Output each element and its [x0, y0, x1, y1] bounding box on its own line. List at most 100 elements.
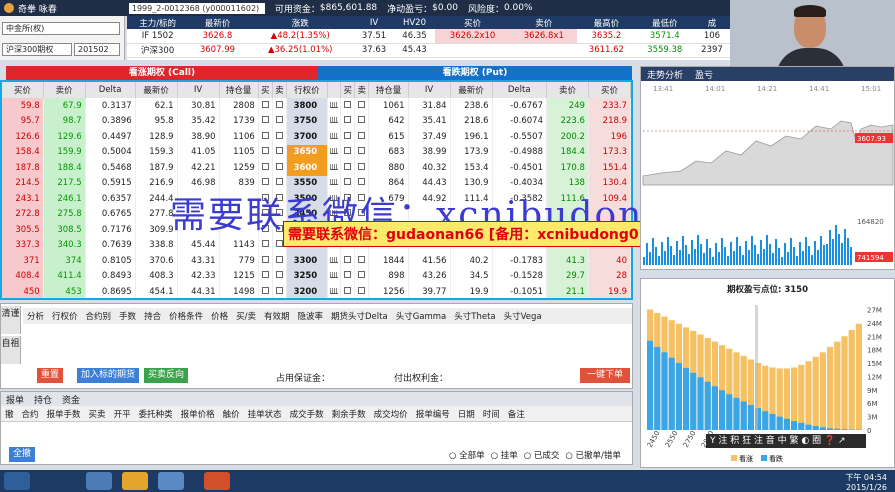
call-bid[interactable]: 243.1 — [2, 191, 44, 207]
checkbox[interactable] — [344, 116, 352, 124]
strike-price[interactable]: 3800 — [286, 98, 328, 114]
bar-chart-icon[interactable] — [330, 179, 339, 186]
quote-row[interactable]: 沪深300 3607.99 ▲36.25(1.01%) 37.63 45.43 3611.… — [127, 43, 730, 58]
checkbox[interactable] — [275, 286, 283, 294]
checkbox[interactable] — [344, 147, 352, 155]
call-checkbox-cell[interactable] — [272, 160, 287, 176]
call-checkbox-cell[interactable] — [272, 98, 287, 114]
call-ask[interactable]: 453 — [43, 284, 86, 298]
call-bid[interactable]: 408.4 — [2, 268, 44, 284]
app-icon[interactable] — [158, 472, 184, 490]
strike-price[interactable]: 3300 — [286, 253, 328, 269]
checkbox[interactable] — [358, 271, 366, 279]
call-bid[interactable]: 450 — [2, 284, 44, 298]
call-checkbox-cell[interactable] — [272, 284, 287, 298]
bar-chart-icon[interactable] — [330, 163, 339, 170]
reverse-button[interactable]: 买卖反向 — [144, 368, 189, 383]
one-click-order-button[interactable]: 一键下单 — [580, 368, 630, 383]
call-checkbox-cell[interactable] — [272, 129, 287, 145]
put-bid[interactable]: 19.9 — [588, 284, 631, 298]
tab-funds[interactable]: 资金 — [57, 393, 85, 406]
call-checkbox-cell[interactable] — [272, 113, 287, 129]
call-ask[interactable]: 159.9 — [43, 144, 86, 160]
put-bid[interactable]: 40 — [588, 253, 631, 269]
call-ask[interactable]: 67.9 — [43, 98, 86, 114]
checkbox[interactable] — [275, 147, 283, 155]
account-select[interactable]: 1999_2-0012368 (y000011602) — [128, 2, 265, 14]
put-bid[interactable]: 28 — [588, 268, 631, 284]
call-checkbox-cell[interactable] — [258, 113, 273, 129]
checkbox[interactable] — [358, 100, 366, 108]
checkbox[interactable] — [275, 100, 283, 108]
chart-icon-cell[interactable] — [327, 144, 342, 160]
chart-icon-cell[interactable] — [327, 284, 342, 298]
put-ask[interactable]: 29.7 — [546, 268, 589, 284]
put-checkbox-cell[interactable] — [340, 253, 356, 269]
checkbox[interactable] — [261, 147, 269, 155]
put-checkbox-cell[interactable] — [340, 129, 356, 145]
call-bid[interactable]: 187.8 — [2, 160, 44, 176]
star-icon[interactable] — [122, 472, 148, 490]
call-checkbox-cell[interactable] — [258, 300, 272, 301]
chain-row[interactable]: 187.8 188.4 0.5468 187.9 42.21 1259 3600 880 40.… — [2, 160, 631, 176]
call-checkbox-cell[interactable] — [258, 237, 273, 253]
bar-chart-icon[interactable] — [330, 148, 339, 155]
order-filter-radio[interactable]: ○ 已撤单/错单 — [565, 449, 620, 461]
strike-price[interactable]: 3700 — [286, 129, 328, 145]
call-checkbox-cell[interactable] — [272, 300, 286, 301]
checkbox[interactable] — [344, 286, 352, 294]
call-bid[interactable]: 337.3 — [2, 237, 44, 253]
checkbox[interactable] — [275, 162, 283, 170]
checkbox[interactable] — [344, 100, 352, 108]
chain-row[interactable]: 126.6 129.6 0.4497 128.9 38.90 1106 3700 615 37.… — [2, 129, 631, 145]
checkbox[interactable] — [344, 255, 352, 263]
checkbox[interactable] — [358, 116, 366, 124]
put-checkbox-cell[interactable] — [354, 268, 370, 284]
checkbox[interactable] — [344, 178, 352, 186]
chain-row[interactable]: 491.6494.60.9090492.541.491233 3150 64242.… — [2, 300, 631, 301]
cancel-all-button[interactable]: 全撤 — [9, 447, 36, 462]
tab-orders[interactable]: 报单 — [1, 393, 29, 406]
put-checkbox-cell[interactable] — [354, 144, 370, 160]
put-bid[interactable]: 218.9 — [588, 113, 631, 129]
quote-row[interactable]: IF 1502 3626.8 ▲48.2(1.35%) 37.51 46.35 3626.… — [127, 29, 730, 44]
call-checkbox-cell[interactable] — [272, 253, 287, 269]
put-bid[interactable]: 196 — [588, 129, 631, 145]
bar-chart-icon[interactable] — [330, 287, 339, 294]
checkbox[interactable] — [344, 162, 352, 170]
put-checkbox-cell[interactable] — [340, 113, 356, 129]
order-filter-radio[interactable]: ○ 全部单 — [449, 449, 485, 461]
call-bid[interactable]: 214.5 — [2, 175, 44, 191]
checkbox[interactable] — [261, 178, 269, 186]
put-checkbox-cell[interactable] — [354, 284, 370, 298]
chain-row[interactable]: 158.4 159.9 0.5004 159.3 41.05 1105 3650 683 38.… — [2, 144, 631, 160]
call-checkbox-cell[interactable] — [258, 160, 273, 176]
chain-row[interactable]: 95.7 98.7 0.3896 95.8 35.42 1739 3750 642 35.41 2… — [2, 113, 631, 129]
call-ask[interactable]: 275.8 — [43, 206, 86, 222]
strike-price[interactable]: 3600 — [286, 160, 328, 176]
chart-icon-cell[interactable] — [327, 300, 340, 301]
put-checkbox-cell[interactable] — [354, 253, 370, 269]
checkbox[interactable] — [261, 240, 269, 248]
checkbox[interactable] — [261, 131, 269, 139]
put-ask[interactable]: 249 — [546, 98, 589, 114]
month-select[interactable]: 201502 — [74, 43, 120, 56]
side-tab-clear[interactable]: 清谨 — [1, 306, 21, 334]
call-bid[interactable]: 305.5 — [2, 222, 44, 238]
put-checkbox-cell[interactable] — [354, 160, 370, 176]
strike-price[interactable]: 3150 — [286, 300, 327, 301]
call-bid[interactable]: 126.6 — [2, 129, 44, 145]
chain-row[interactable]: 450 453 0.8695 454.1 44.31 1498 3200 1256 39.77 1… — [2, 284, 631, 298]
checkbox[interactable] — [261, 255, 269, 263]
call-checkbox-cell[interactable] — [258, 129, 273, 145]
put-checkbox-cell[interactable] — [354, 113, 370, 129]
checkbox[interactable] — [261, 286, 269, 294]
strike-price[interactable]: 3250 — [286, 268, 328, 284]
add-future-button[interactable]: 加入标的期货 — [77, 368, 140, 383]
put-ask[interactable]: 200.2 — [546, 129, 589, 145]
call-ask[interactable]: 494.6 — [43, 300, 85, 301]
call-checkbox-cell[interactable] — [258, 144, 273, 160]
chain-row[interactable]: 408.4 411.4 0.8493 408.3 42.33 1215 3250 898 43.… — [2, 268, 631, 284]
call-checkbox-cell[interactable] — [272, 144, 287, 160]
call-ask[interactable]: 340.3 — [43, 237, 86, 253]
